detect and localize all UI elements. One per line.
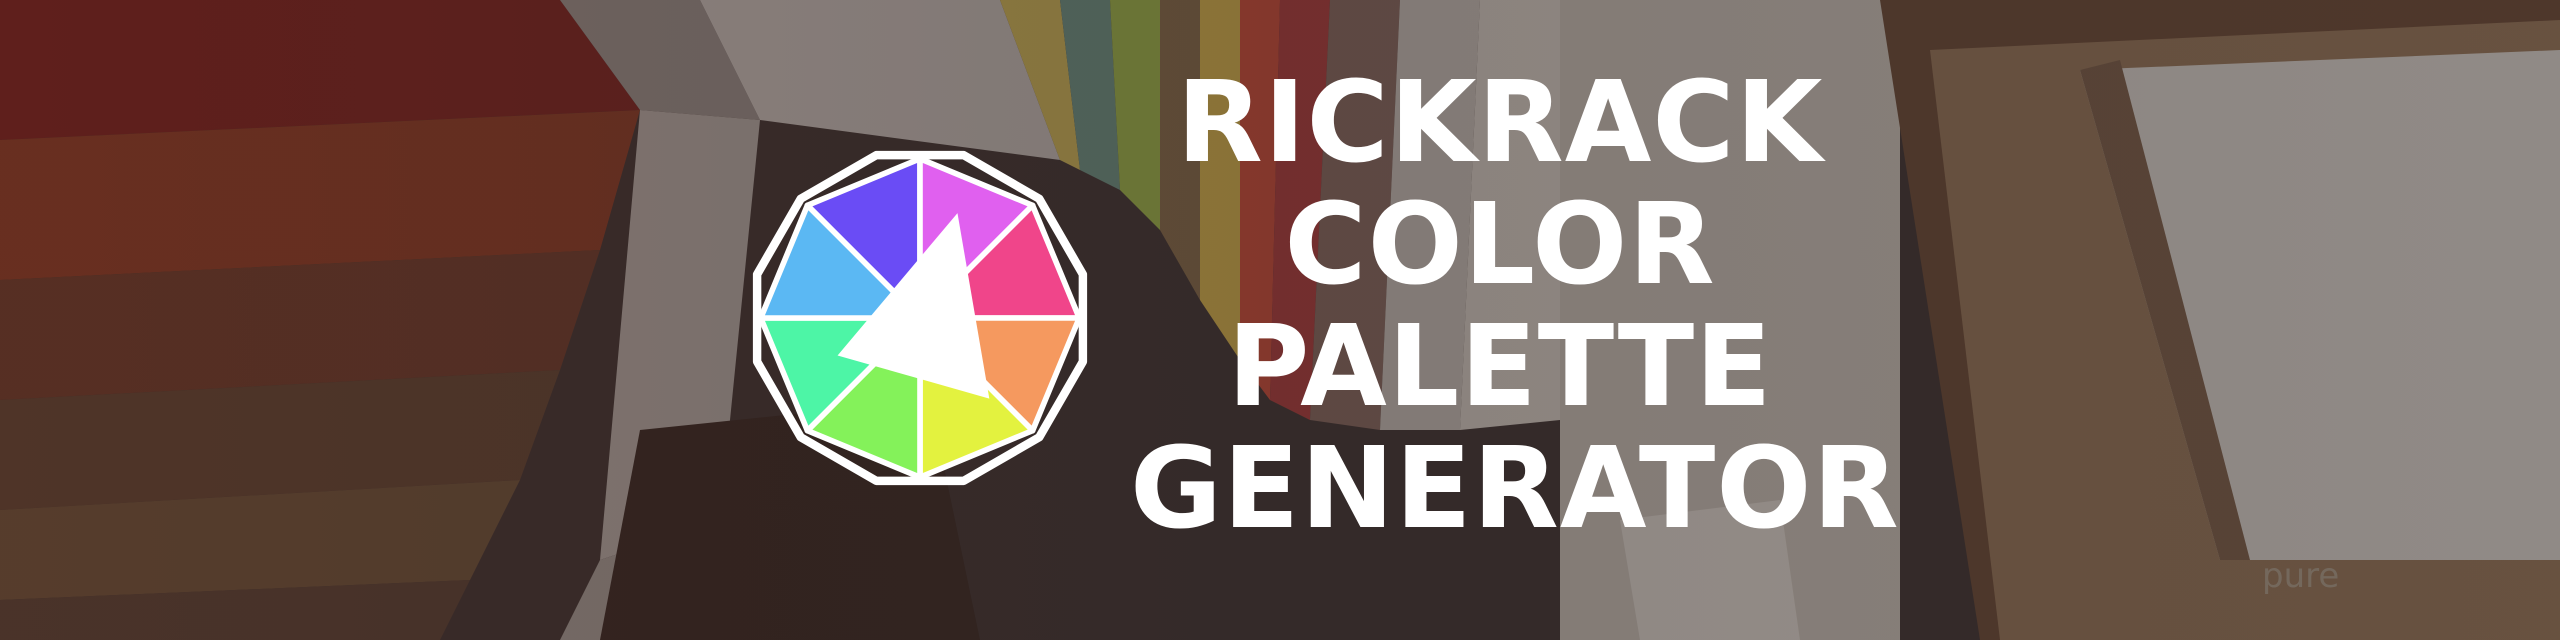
title-line-4: GENERATOR [1130, 424, 1900, 554]
title-line-1: RICKRACK [1176, 58, 1824, 188]
title-line-2: COLOR [1284, 180, 1716, 310]
swatch-brand-text: pure [2262, 556, 2340, 596]
header-banner: RICKRACK COLOR PALETTE GENERATOR pure [0, 0, 2560, 640]
title-line-3: PALETTE [1227, 302, 1773, 432]
page-title: RICKRACK COLOR PALETTE GENERATOR [1130, 58, 1900, 554]
color-wheel-logo-icon [752, 150, 1088, 486]
